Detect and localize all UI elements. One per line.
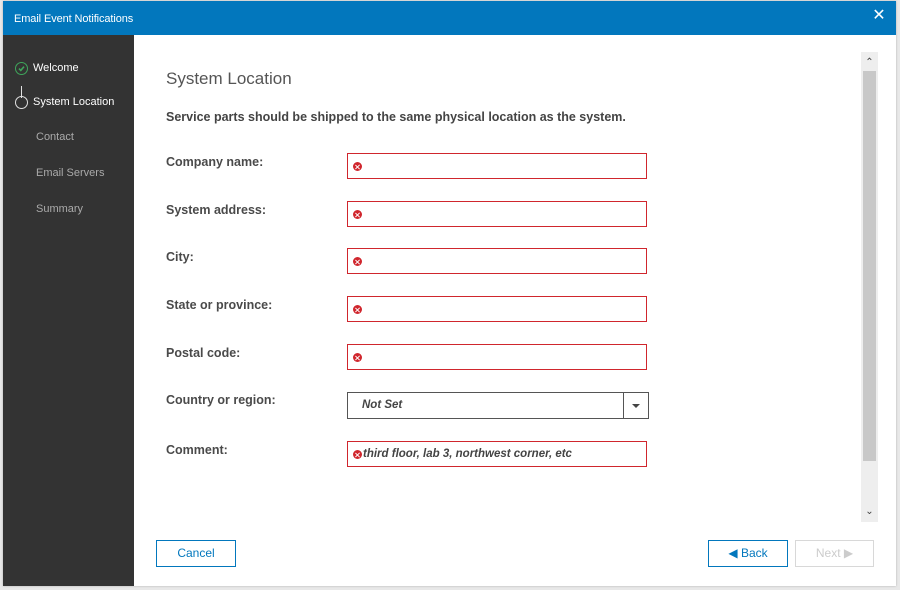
screen-background: Email Event Notifications ✕ Welcome Syst… bbox=[0, 0, 900, 590]
country-region-label: Country or region: bbox=[166, 393, 276, 407]
back-button[interactable]: ◀ Back bbox=[708, 540, 788, 567]
step-welcome[interactable]: Welcome bbox=[3, 58, 134, 78]
company-name-input[interactable] bbox=[347, 153, 647, 179]
scroll-down-icon[interactable]: ⌄ bbox=[861, 503, 878, 520]
step-email-servers: Email Servers bbox=[3, 163, 134, 183]
chevron-down-icon bbox=[632, 404, 640, 408]
company-name-label: Company name: bbox=[166, 155, 264, 169]
error-icon bbox=[353, 162, 362, 171]
state-province-input[interactable] bbox=[347, 296, 647, 322]
dropdown-toggle[interactable] bbox=[623, 393, 648, 418]
cancel-button[interactable]: Cancel bbox=[156, 540, 236, 567]
country-region-select[interactable]: Not Set bbox=[347, 392, 649, 419]
step-label: Contact bbox=[36, 131, 74, 143]
next-button-disabled[interactable]: Next ▶ bbox=[795, 540, 874, 567]
current-step-circle-icon bbox=[15, 96, 28, 109]
country-region-selected-value: Not Set bbox=[362, 399, 403, 411]
system-address-input[interactable] bbox=[347, 201, 647, 227]
dialog-title: Email Event Notifications bbox=[14, 13, 134, 25]
vertical-scrollbar[interactable]: ⌃ ⌄ bbox=[861, 52, 878, 522]
scrollbar-thumb[interactable] bbox=[863, 71, 876, 461]
dialog-titlebar: Email Event Notifications ✕ bbox=[3, 1, 896, 35]
wizard-content: System Location Service parts should be … bbox=[134, 35, 896, 586]
page-subtitle: Service parts should be shipped to the s… bbox=[166, 110, 626, 124]
step-contact: Contact bbox=[3, 127, 134, 147]
state-province-label: State or province: bbox=[166, 298, 273, 312]
error-icon bbox=[353, 210, 362, 219]
step-label: System Location bbox=[33, 96, 115, 108]
postal-code-label: Postal code: bbox=[166, 346, 241, 360]
step-label: Email Servers bbox=[36, 167, 105, 179]
error-icon bbox=[353, 353, 362, 362]
scroll-up-icon[interactable]: ⌃ bbox=[861, 54, 878, 71]
comment-input[interactable]: third floor, lab 3, northwest corner, et… bbox=[347, 441, 647, 467]
checkmark-icon bbox=[15, 62, 28, 75]
close-icon[interactable]: ✕ bbox=[870, 7, 888, 25]
comment-label: Comment: bbox=[166, 443, 228, 457]
error-icon bbox=[353, 305, 362, 314]
page-title: System Location bbox=[166, 69, 292, 88]
step-summary: Summary bbox=[3, 199, 134, 219]
wizard-steps-sidebar: Welcome System Location Contact Email Se… bbox=[3, 35, 134, 586]
step-system-location[interactable]: System Location bbox=[3, 92, 134, 112]
comment-placeholder: third floor, lab 3, northwest corner, et… bbox=[363, 448, 572, 460]
email-event-notifications-dialog: Email Event Notifications ✕ Welcome Syst… bbox=[3, 1, 896, 586]
step-label: Summary bbox=[36, 203, 84, 215]
step-label: Welcome bbox=[33, 62, 79, 74]
postal-code-input[interactable] bbox=[347, 344, 647, 370]
system-address-label: System address: bbox=[166, 203, 267, 217]
city-input[interactable] bbox=[347, 248, 647, 274]
error-icon bbox=[353, 450, 362, 459]
city-label: City: bbox=[166, 250, 194, 264]
error-icon bbox=[353, 257, 362, 266]
